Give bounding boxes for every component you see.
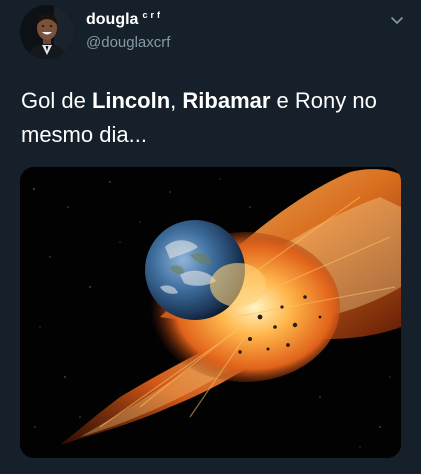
- avatar[interactable]: [20, 5, 74, 59]
- author-info[interactable]: dougla crf @douglaxcrf: [86, 11, 170, 51]
- author-handle[interactable]: @douglaxcrf: [86, 35, 170, 50]
- chevron-down-icon[interactable]: [389, 12, 405, 28]
- author-name-text[interactable]: dougla: [86, 11, 138, 28]
- tweet-text-part: ,: [170, 88, 183, 113]
- tweet-text-mention-ribamar: Ribamar: [182, 88, 271, 113]
- tweet-text-part: Gol de: [21, 88, 92, 113]
- tweet-text-mention-lincoln: Lincoln: [91, 88, 171, 113]
- author-display-name[interactable]: dougla crf: [86, 11, 163, 28]
- earth-explosion-image[interactable]: [20, 167, 401, 458]
- tweet-text: Gol de Lincoln, Ribamar e Rony no mesmo …: [21, 84, 401, 152]
- tweet-card[interactable]: dougla crf @douglaxcrf Gol de Lincoln, Ri…: [0, 0, 421, 474]
- author-name-superscript: crf: [142, 10, 163, 20]
